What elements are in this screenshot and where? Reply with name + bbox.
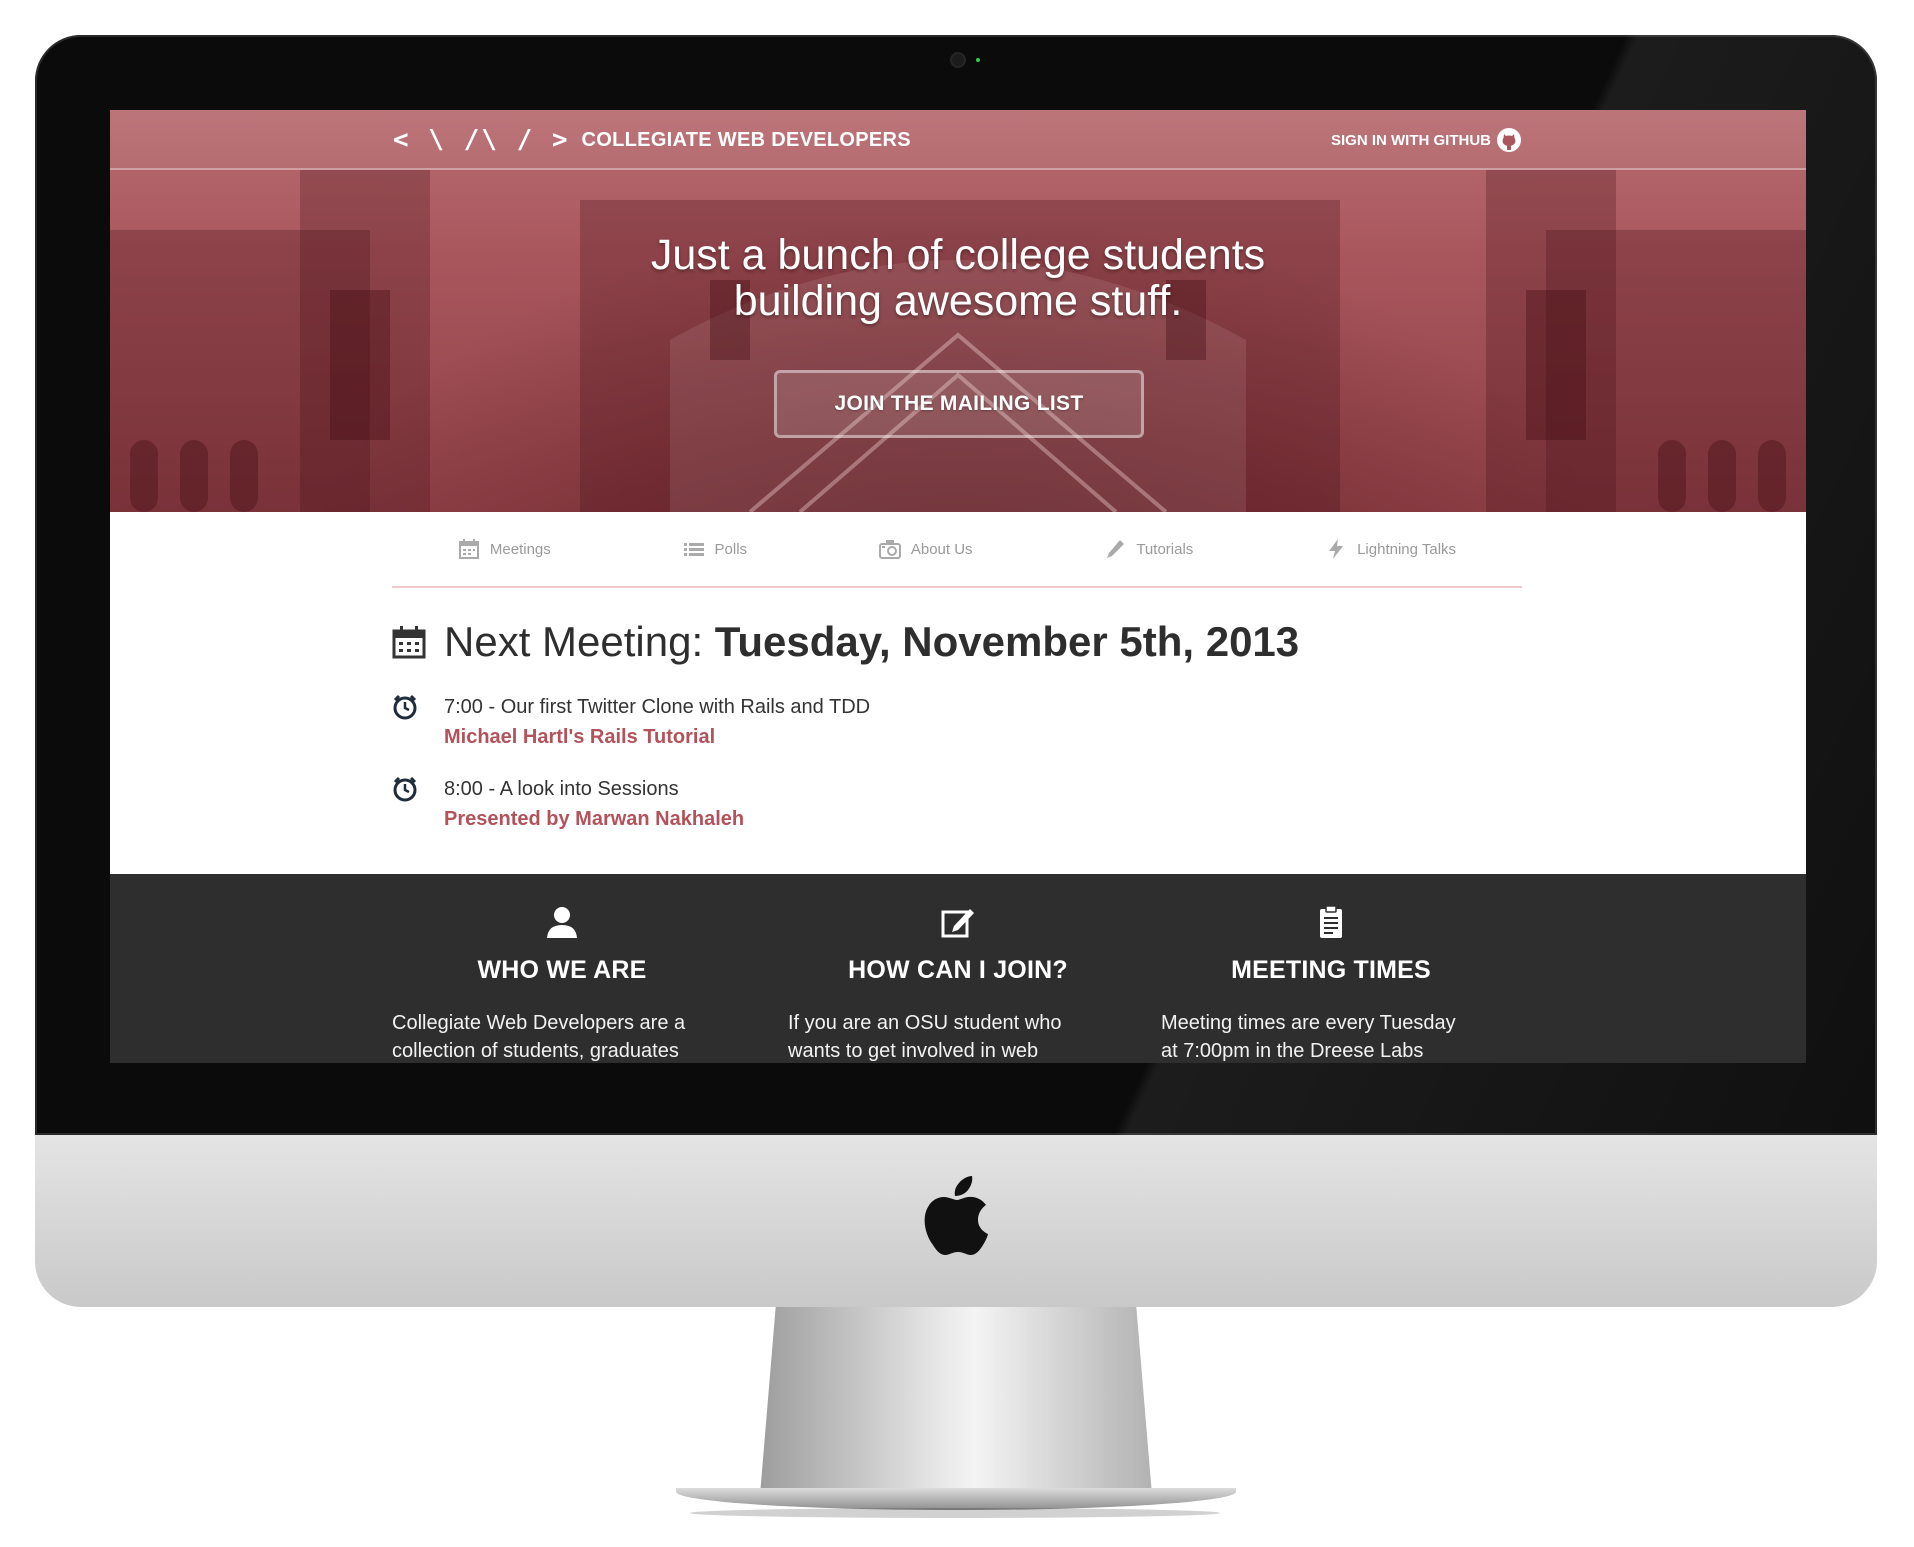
next-meeting-heading: Next Meeting: Tuesday, November 5th, 201…	[392, 614, 1522, 670]
info-title: WHO WE ARE	[477, 956, 647, 984]
webcam-led	[976, 58, 980, 62]
info-column-how-can-i-join: HOW CAN I JOIN? If you are an OSU studen…	[788, 874, 1128, 1063]
talk-link[interactable]: Presented by Marwan Nakhaleh	[444, 804, 744, 834]
code-logo-icon: < \ /\ / >	[393, 125, 570, 155]
nav-item-polls[interactable]: Polls	[683, 538, 748, 560]
info-text: If you are an OSU student who wants to g…	[788, 1009, 1128, 1063]
info-column-who-we-are: WHO WE ARE Collegiate Web Developers are…	[392, 874, 732, 1063]
camera-icon	[878, 540, 901, 559]
info-text-line: at 7:00pm in the Dreese Labs	[1161, 1040, 1424, 1062]
info-text-line: Collegiate Web Developers are a	[392, 1012, 686, 1034]
talk-link[interactable]: Michael Hartl's Rails Tutorial	[444, 722, 870, 752]
nav-label-polls: Polls	[714, 540, 748, 558]
nav-label-lightning-talks: Lightning Talks	[1357, 540, 1457, 558]
apple-logo-icon	[924, 1176, 988, 1255]
info-text-line: collection of students, graduates	[392, 1040, 679, 1062]
alarm-clock-icon	[393, 776, 417, 802]
alarm-clock-icon	[393, 694, 417, 720]
monitor-stand	[760, 1307, 1152, 1495]
hero-headline: Just a bunch of college students buildin…	[110, 232, 1806, 324]
nav-item-tutorials[interactable]: Tutorials	[1104, 538, 1193, 560]
info-text: Collegiate Web Developers are a collecti…	[392, 1009, 732, 1063]
list-icon	[683, 543, 704, 556]
brand-name: COLLEGIATE WEB DEVELOPERS	[581, 128, 911, 151]
info-column-meeting-times: MEETING TIMES Meeting times are every Tu…	[1161, 874, 1501, 1063]
nav-item-lightning-talks[interactable]: Lightning Talks	[1325, 538, 1456, 560]
sign-in-label: SIGN IN WITH GITHUB	[1331, 131, 1491, 149]
nav-label-tutorials: Tutorials	[1136, 540, 1194, 558]
edit-icon	[941, 909, 974, 938]
talk-title: 7:00 - Our first Twitter Clone with Rail…	[444, 696, 871, 718]
brand-logo-link[interactable]: < \ /\ / > COLLEGIATE WEB DEVELOPERS	[393, 122, 911, 158]
hero-headline-line-2: building awesome stuff.	[733, 277, 1183, 325]
nav-label-meetings: Meetings	[489, 540, 551, 558]
next-meeting-section: Next Meeting: Tuesday, November 5th, 201…	[392, 614, 1522, 834]
github-icon	[1497, 128, 1521, 152]
person-icon	[547, 907, 577, 938]
webcam	[952, 54, 964, 66]
screen: < \ /\ / > COLLEGIATE WEB DEVELOPERS SIG…	[110, 110, 1806, 1063]
info-title: MEETING TIMES	[1231, 956, 1431, 984]
section-nav: Meetings Polls About Us Tutorials Lightn…	[392, 512, 1522, 588]
info-text: Meeting times are every Tuesday at 7:00p…	[1161, 1009, 1501, 1063]
meeting-date: Tuesday, November 5th, 2013	[714, 618, 1300, 665]
info-text-line: Meeting times are every Tuesday	[1161, 1012, 1456, 1034]
pencil-icon	[1107, 540, 1125, 558]
nav-item-about-us[interactable]: About Us	[878, 538, 973, 560]
talk-item: 7:00 - Our first Twitter Clone with Rail…	[392, 692, 1522, 752]
calendar-icon	[458, 539, 479, 559]
info-section: WHO WE ARE Collegiate Web Developers are…	[110, 874, 1806, 1063]
monitor-stand-foot	[676, 1488, 1236, 1510]
info-text-line: wants to get involved in web	[788, 1040, 1039, 1062]
hero-headline-line-1: Just a bunch of college students	[650, 231, 1266, 279]
meeting-title-prefix: Next Meeting:	[444, 618, 704, 665]
hero-banner: < \ /\ / > COLLEGIATE WEB DEVELOPERS SIG…	[110, 110, 1806, 512]
nav-item-meetings[interactable]: Meetings	[458, 538, 551, 560]
nav-label-about-us: About Us	[910, 540, 973, 558]
talk-details: 8:00 - A look into Sessions Presented by…	[444, 774, 744, 834]
meeting-title: Next Meeting: Tuesday, November 5th, 201…	[444, 618, 1299, 666]
talk-item: 8:00 - A look into Sessions Presented by…	[392, 774, 1522, 834]
top-navigation-bar: < \ /\ / > COLLEGIATE WEB DEVELOPERS SIG…	[110, 110, 1806, 170]
clipboard-icon	[1320, 905, 1342, 938]
talk-title: 8:00 - A look into Sessions	[444, 778, 679, 800]
calendar-icon	[392, 626, 426, 659]
stand-shadow	[690, 1508, 1220, 1518]
sign-in-github-button[interactable]: SIGN IN WITH GITHUB	[1331, 126, 1523, 154]
info-title: HOW CAN I JOIN?	[848, 956, 1068, 984]
lightning-icon	[1329, 539, 1344, 559]
talk-details: 7:00 - Our first Twitter Clone with Rail…	[444, 692, 870, 752]
info-text-line: If you are an OSU student who	[788, 1012, 1062, 1034]
join-mailing-list-button[interactable]: JOIN THE MAILING LIST	[774, 370, 1144, 438]
